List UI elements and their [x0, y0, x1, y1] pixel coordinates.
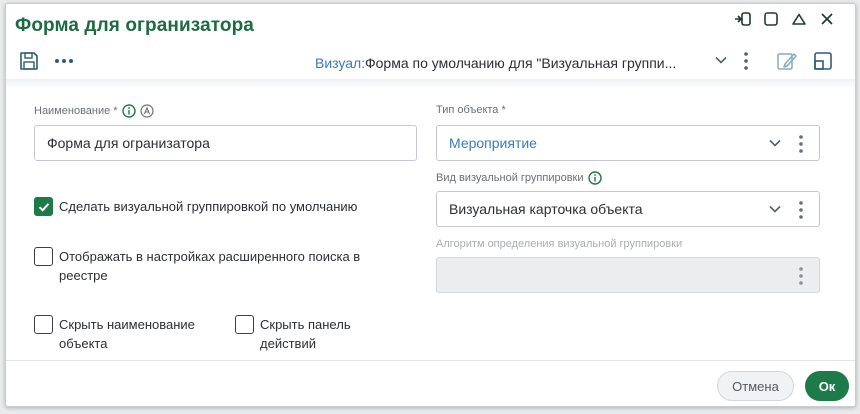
object-type-value[interactable]: Мероприятие	[449, 135, 537, 151]
form-card: Наименование * Форма для огранизатора Ти…	[20, 88, 835, 378]
save-icon[interactable]	[18, 50, 40, 72]
more-vertical-icon[interactable]	[797, 266, 805, 289]
toolbar: Визуал: Форма по умолчанию для "Визуальн…	[6, 46, 855, 82]
dialog-title: Форма для огранизатора	[15, 15, 254, 36]
visual-group-kind-label-text: Вид визуальной группировки	[436, 172, 584, 184]
chevron-down-icon[interactable]	[767, 201, 783, 220]
more-vertical-icon[interactable]	[738, 51, 754, 71]
more-horizontal-icon[interactable]	[53, 50, 75, 72]
ok-button[interactable]: Ок	[805, 371, 849, 401]
dialog-footer: Отмена Ок	[6, 360, 855, 406]
name-label-text: Наименование *	[34, 105, 118, 117]
checkbox-hide-actions-row[interactable]: Скрыть панель действий	[235, 315, 375, 353]
checkbox-extended-search-row[interactable]: Отображать в настройках расширенного пои…	[34, 247, 394, 285]
checkbox-extended-search[interactable]	[34, 247, 53, 266]
layout-panel-icon[interactable]	[812, 50, 834, 72]
algorithm-select	[436, 257, 820, 293]
restore-down-icon[interactable]	[729, 8, 757, 30]
window-controls	[729, 8, 841, 30]
more-vertical-icon[interactable]	[797, 134, 805, 157]
checkbox-hide-name-row[interactable]: Скрыть наименование объекта	[34, 315, 224, 353]
algorithm-label: Алгоритм определения визуальной группиро…	[436, 238, 683, 250]
checkbox-default[interactable]	[34, 197, 53, 216]
name-input[interactable]: Форма для огранизатора	[34, 125, 417, 161]
cancel-button[interactable]: Отмена	[717, 371, 794, 401]
dialog-window: Форма для огранизатора Визуал: Форма по …	[5, 3, 856, 407]
checkbox-extended-search-label: Отображать в настройках расширенного пои…	[59, 249, 361, 283]
more-vertical-icon[interactable]	[797, 200, 805, 223]
checkbox-default-label: Сделать визуальной группировкой по умолч…	[59, 199, 358, 214]
close-icon[interactable]	[813, 8, 841, 30]
edit-icon[interactable]	[776, 50, 798, 72]
checkbox-hide-actions-label: Скрыть панель действий	[260, 317, 351, 351]
object-type-label: Тип объекта *	[436, 104, 506, 116]
maximize-icon[interactable]	[757, 8, 785, 30]
visual-selector[interactable]: Форма по умолчанию для "Визуальная групп…	[365, 55, 676, 71]
visual-group-kind-value[interactable]: Визуальная карточка объекта	[449, 201, 643, 217]
visual-group-kind-label: Вид визуальной группировки	[436, 171, 602, 185]
name-label: Наименование *	[34, 104, 154, 118]
checkbox-default-row[interactable]: Сделать визуальной группировкой по умолч…	[34, 197, 357, 216]
visual-group-kind-select[interactable]: Визуальная карточка объекта	[436, 191, 820, 227]
info-icon[interactable]	[587, 171, 602, 185]
visual-label: Визуал:	[315, 55, 366, 71]
chevron-down-icon[interactable]	[767, 135, 783, 154]
info-icon[interactable]	[121, 104, 136, 118]
checkbox-hide-name-label: Скрыть наименование объекта	[59, 317, 195, 351]
object-type-select[interactable]: Мероприятие	[436, 125, 820, 161]
checkbox-hide-actions[interactable]	[235, 315, 254, 334]
chevron-down-icon[interactable]	[713, 52, 729, 68]
checkbox-hide-name[interactable]	[34, 315, 53, 334]
collapse-icon[interactable]	[785, 8, 813, 30]
localization-icon[interactable]	[139, 104, 154, 118]
